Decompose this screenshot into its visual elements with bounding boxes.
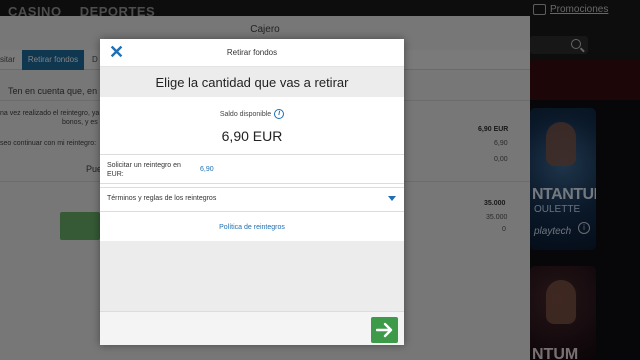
modal-spacer <box>100 241 404 311</box>
terms-toggle[interactable]: Términos y reglas de los reintegros <box>107 195 216 202</box>
request-amount-input[interactable] <box>200 164 300 174</box>
request-amount-label: Solicitar un reintegro en EUR: <box>107 162 181 178</box>
modal-footer <box>100 311 404 345</box>
divider <box>100 211 404 212</box>
balance-label-row: Saldo disponible i <box>100 109 404 119</box>
withdraw-modal: Retirar fondos ✕ Elige la cantidad que v… <box>100 39 404 345</box>
modal-title: Retirar fondos <box>226 48 278 57</box>
withdrawal-policy-link[interactable]: Política de reintegros <box>100 224 404 231</box>
modal-header: Retirar fondos ✕ <box>100 39 404 67</box>
divider <box>100 187 404 188</box>
next-button[interactable] <box>371 317 398 343</box>
amount-prompt: Elige la cantidad que vas a retirar <box>155 75 349 90</box>
arrow-right-icon <box>376 322 393 338</box>
chevron-down-icon[interactable] <box>388 196 396 201</box>
info-icon[interactable]: i <box>274 109 285 119</box>
amount-prompt-banner: Elige la cantidad que vas a retirar <box>100 67 404 97</box>
balance-label: Saldo disponible <box>219 110 272 118</box>
close-icon[interactable]: ✕ <box>109 43 124 61</box>
divider <box>100 183 404 184</box>
divider <box>100 154 404 155</box>
balance-amount: 6,90 EUR <box>221 128 283 144</box>
